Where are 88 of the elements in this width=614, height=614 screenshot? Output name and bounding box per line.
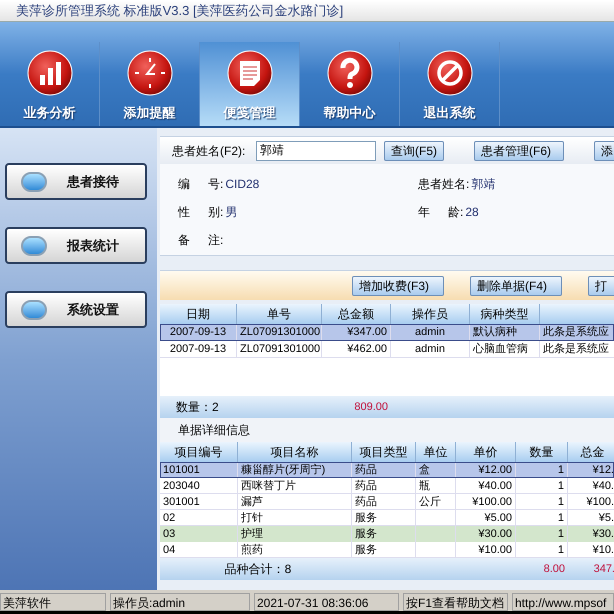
field-label: 别: [208,204,224,221]
table-cell: 药品 [352,478,416,493]
table-row[interactable]: 03 护理 服务 ¥30.00 1 ¥30. [160,526,614,542]
window-title: 美萍诊所管理系统 标准版V3.3 [美萍医药公司金水路门诊] [16,2,344,20]
status-item: http://www.mpsof [512,592,614,610]
field-value: 28 [465,204,479,221]
stop-icon [426,50,472,96]
toolbar-button[interactable]: 删除单据(F4) [470,276,562,296]
field-label: 备 [178,232,191,249]
sidebar-button[interactable]: 报表统计 [5,227,147,264]
toolbar-button[interactable]: 患者管理(F6) [474,140,564,160]
table-cell: 04 [160,542,238,557]
table-cell: 此条是系统应 [540,341,614,357]
table-cell: ¥10. [568,542,614,557]
table-cell: 1 [516,510,568,525]
table-cell: 公斤 [416,494,456,509]
table-cell: 203040 [160,478,238,493]
field-value: CID28 [225,176,260,193]
table-cell: ¥40. [568,478,614,493]
field-label: 性 [178,204,191,221]
table-cell: ¥100. [568,494,614,509]
table-cell: 煎药 [238,542,352,557]
table-row[interactable]: 101001 糠甾醇片(牙周宁) 药品 盒 ¥12.00 1 ¥12. [160,462,614,478]
total-amount: 809.00 [353,400,389,415]
table-cell: 服务 [352,542,416,557]
field-label: 编 [178,176,191,193]
nav-button[interactable]: 退出系统 [400,42,500,126]
table-cell: ¥10.00 [456,542,516,557]
table-cell: 1 [516,542,568,557]
field-label: 龄: [448,204,464,221]
table-row[interactable]: 02 打针 服务 ¥5.00 1 ¥5. [160,510,614,526]
chart-icon [26,50,72,96]
search-field[interactable]: 郭靖 [256,140,376,160]
sidebar-button[interactable]: 系统设置 [5,291,147,328]
nav-button[interactable]: 业务分析 [0,42,100,126]
status-item: 2021-07-31 08:36:06 [254,592,399,610]
table-cell: 1 [516,478,568,493]
note-icon [226,50,272,96]
toolbar-button[interactable]: 添 [594,140,614,160]
field-label: 年 [418,204,431,221]
table-cell: 1 [516,494,568,509]
toolbar-button[interactable]: 打 [588,276,614,296]
orb-icon [21,300,47,320]
field-value: 男 [225,204,238,221]
orb-icon [21,236,47,256]
table-cell: 2007-09-13 [160,341,237,357]
field-label: 号: [208,176,224,193]
table-row[interactable]: 203040 西咪替丁片 药品 瓶 ¥40.00 1 ¥40. [160,478,614,494]
total-amount: 347. [592,562,614,577]
help-icon [326,50,372,96]
field-value: 郭靖 [471,176,496,193]
status-item: 操作员:admin [110,592,250,610]
section-title: 单据详细信息 [178,422,250,439]
toolbar-button[interactable]: 查询(F5) [384,140,444,160]
table-cell: ¥462.00 [322,341,391,357]
table-cell: 瓶 [416,478,456,493]
search-label: 患者姓名(F2): [172,142,246,160]
field-label: 注: [208,232,224,249]
table-row[interactable]: 04 煎药 服务 ¥10.00 1 ¥10. [160,542,614,558]
clock-icon [126,50,172,96]
count-label: 品种合计：8 [224,561,292,578]
orb-icon [21,172,47,192]
table-cell: 心脑血管病 [470,341,540,357]
field-label: 患者姓名: [418,176,470,193]
table-cell: 02 [160,510,238,525]
table-cell: ¥5.00 [456,510,516,525]
table-cell: 漏芦 [238,494,352,509]
table-row[interactable]: 2007-09-13 ZL07091301000 ¥347.00 admin 默认病种 此条是系统应 [160,324,614,341]
toolbar-button[interactable]: 增加收费(F3) [352,276,444,296]
table-cell: 301001 [160,494,238,509]
count-label: 数量：2 [175,399,220,416]
nav-button[interactable]: 添加提醒 [100,42,200,126]
table-cell: ZL07091301000 [237,341,322,357]
table-cell: 服务 [352,510,416,525]
table-cell: 药品 [352,494,416,509]
status-item: 美萍软件 [0,592,106,610]
table-cell: 打针 [238,510,352,525]
status-item: 按F1查看帮助文档 [403,592,508,610]
sidebar-button[interactable]: 患者接待 [5,163,147,200]
table-cell: 西咪替丁片 [238,478,352,493]
table-cell: ¥5. [568,510,614,525]
table-cell: ¥40.00 [456,478,516,493]
table-cell: admin [391,341,470,357]
nav-button[interactable]: 帮助中心 [300,42,400,126]
table-row[interactable]: 2007-09-13 ZL07091301000 ¥462.00 admin 心脑血管病 此条是系统应 [160,341,614,358]
table-cell: ¥100.00 [456,494,516,509]
table-row[interactable]: 301001 漏芦 药品 公斤 ¥100.00 1 ¥100. [160,494,614,510]
quantity-total: 8.00 [542,562,566,577]
